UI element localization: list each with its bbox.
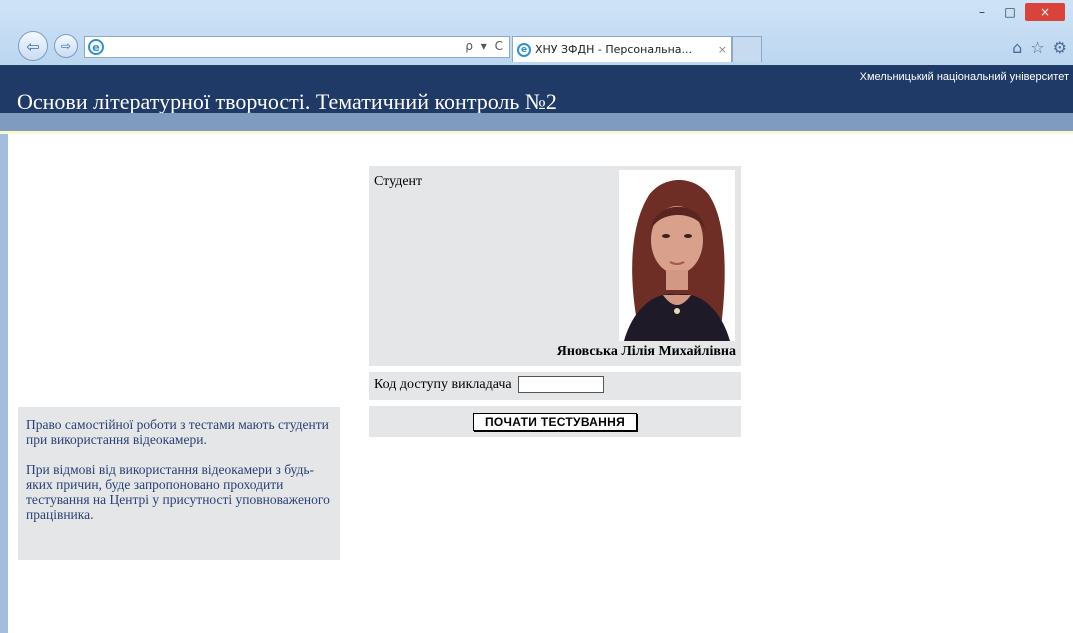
tab-active[interactable]: e ХНУ ЗФДН - Персональна... × (512, 36, 732, 62)
info-notice: Право самостійної роботи з тестами мають… (18, 407, 340, 560)
page-header: Хмельницький національний університет Ос… (0, 65, 1073, 114)
star-icon[interactable]: ☆ (1030, 38, 1044, 57)
tab-close-icon[interactable]: × (718, 43, 727, 56)
window-controls: – □ × (969, 3, 1065, 21)
info-paragraph-camera: Право самостійної роботи з тестами мають… (26, 417, 329, 447)
card-divider (369, 366, 741, 372)
minimize-button[interactable]: – (969, 3, 995, 21)
address-bar[interactable]: e ρ ▾ C (84, 36, 510, 58)
gear-icon[interactable]: ⚙ (1053, 38, 1067, 57)
arrow-right-icon: ⇨ (60, 39, 72, 53)
header-divider (0, 131, 1073, 134)
card-divider (369, 400, 741, 406)
forward-button[interactable]: ⇨ (54, 34, 78, 58)
left-frame-border (0, 134, 8, 633)
back-button[interactable]: ⇦ (18, 31, 48, 61)
student-card: Студент Яновська Лілія Михайлівна Код до… (369, 166, 741, 437)
browser-toolbar: ⌂ ☆ ⚙ (1012, 38, 1067, 57)
ie-logo-icon: e (517, 42, 531, 57)
university-name: Хмельницький національний університет (859, 71, 1069, 83)
student-photo (619, 170, 735, 341)
arrow-left-icon: ⇦ (26, 36, 40, 56)
ie-logo-icon: e (88, 39, 104, 55)
tab-title: ХНУ ЗФДН - Персональна... (535, 43, 693, 56)
search-refresh-icons[interactable]: ρ ▾ C (465, 39, 505, 53)
student-name: Яновська Лілія Михайлівна (556, 344, 736, 359)
access-code-label: Код доступу викладача (374, 376, 512, 392)
home-icon[interactable]: ⌂ (1012, 38, 1022, 57)
page-title: Основи літературної творчості. Тематични… (17, 89, 557, 114)
start-testing-button[interactable]: ПОЧАТИ ТЕСТУВАННЯ (473, 413, 637, 431)
maximize-button[interactable]: □ (997, 3, 1023, 21)
student-label: Студент (374, 174, 423, 189)
access-code-input[interactable] (517, 376, 604, 393)
new-tab-button[interactable] (732, 36, 762, 62)
close-window-button[interactable]: × (1025, 3, 1065, 21)
info-paragraph-refusal: При відмові від використання відеокамери… (26, 462, 330, 522)
browser-chrome: – □ × ⇦ ⇨ e ρ ▾ C e ХНУ ЗФДН - Персональ… (0, 0, 1073, 65)
student-info: Студент Яновська Лілія Михайлівна (369, 166, 741, 364)
access-code-row: Код доступу викладача (374, 376, 604, 393)
header-band (0, 113, 1073, 131)
